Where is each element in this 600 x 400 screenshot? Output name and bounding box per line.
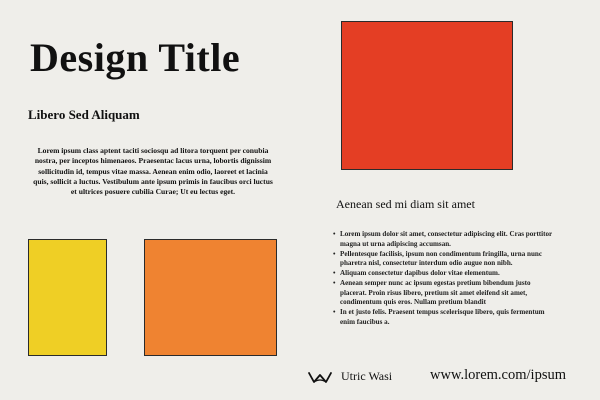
list-item: Lorem ipsum dolor sit amet, consectetur … — [333, 230, 555, 250]
list-item: Aenean semper nunc ac ipsum egestas pret… — [333, 279, 555, 308]
bullet-list: Lorem ipsum dolor sit amet, consectetur … — [333, 230, 555, 328]
list-item: Aliquam consectetur dapibus dolor vitae … — [333, 269, 555, 279]
section-heading: Aenean sed mi diam sit amet — [336, 197, 475, 211]
body-paragraph: Lorem ipsum class aptent taciti sociosqu… — [33, 146, 273, 197]
list-item: Pellentesque facilisis, ipsum non condim… — [333, 250, 555, 270]
design-title: Design Title — [30, 35, 241, 80]
red-swatch — [341, 21, 513, 170]
design-page: Design Title Libero Sed Aliquam Lorem ip… — [0, 0, 600, 400]
brand-name: Utric Wasi — [341, 369, 393, 383]
orange-swatch — [144, 239, 277, 356]
subtitle: Libero Sed Aliquam — [28, 107, 140, 122]
brand: Utric Wasi — [308, 369, 392, 384]
website-url: www.lorem.com/ipsum — [430, 367, 566, 383]
crown-wave-logo-icon — [308, 371, 332, 383]
yellow-swatch — [28, 239, 107, 356]
list-item: In et justo felis. Praesent tempus scele… — [333, 308, 555, 328]
